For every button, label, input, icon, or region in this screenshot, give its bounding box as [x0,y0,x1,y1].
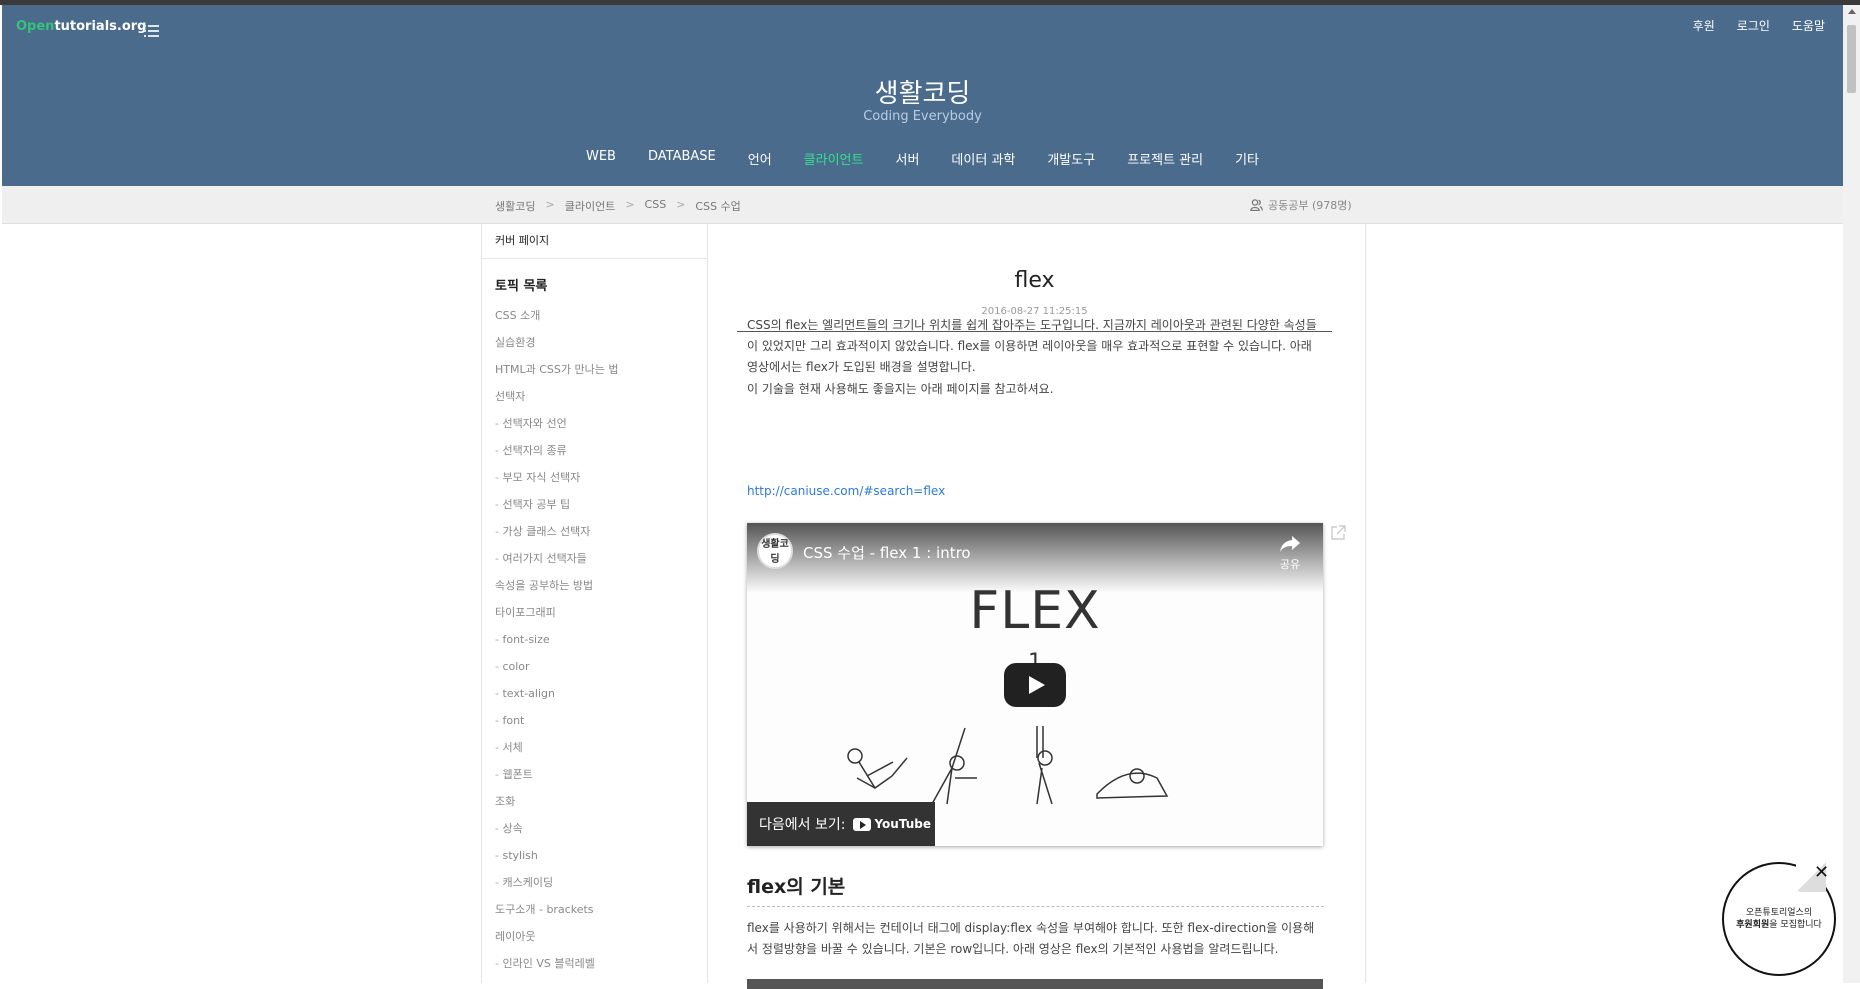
list-menu-icon[interactable] [144,24,160,37]
nav-item-dev-tools[interactable]: 개발도구 [1031,149,1111,168]
video-embed[interactable]: FLEX 1 생활코딩 CSS 수업 - flex 1 : intro 공유 다… [747,523,1323,846]
topic-item[interactable]: 선택자 [495,383,707,410]
main-content: flex 2016-08-27 11:25:15 CSS의 flex는 엘리먼트… [707,224,1366,989]
login-link[interactable]: 로그인 [1737,17,1770,34]
topic-item[interactable]: 타이포그래피 [495,599,707,626]
scrollbar-thumb[interactable] [1847,25,1856,93]
page-scrollbar[interactable] [1843,5,1860,983]
topic-list: CSS 소개실습환경HTML과 CSS가 만나는 법선택자선택자와 선언선택자의… [482,302,707,977]
nav-item-database[interactable]: DATABASE [632,149,732,168]
people-icon [1250,199,1263,211]
help-link[interactable]: 도움말 [1792,17,1825,34]
topic-item[interactable]: 도구소개 - brackets [495,896,707,923]
logo-open-text: Open [16,19,55,34]
site-title[interactable]: 생활코딩 [2,73,1843,110]
cover-page-link[interactable]: 커버 페이지 [482,224,707,259]
video-share-label: 공유 [1279,558,1301,571]
video-share-button[interactable]: 공유 [1279,535,1301,572]
intro-paragraph: CSS의 flex는 엘리먼트들의 크기나 위치를 쉽게 잡아주는 도구입니다.… [747,318,1317,374]
topic-list-heading: 토픽 목록 [495,279,548,294]
logo-rest-text: tutorials.org [54,19,147,34]
video-play-button[interactable] [1004,663,1066,707]
topic-item[interactable]: 실습환경 [495,329,707,356]
topic-item[interactable]: 조화 [495,788,707,815]
topic-item[interactable]: HTML과 CSS가 만나는 법 [495,356,707,383]
utility-links: 후원 로그인 도움말 [1693,17,1825,34]
topic-item[interactable]: font-size [495,626,707,653]
topic-item[interactable]: 인라인 VS 블럭레벨 [495,950,707,977]
external-link-icon[interactable] [1330,525,1346,541]
breadcrumb-separator: > [545,198,555,211]
share-arrow-icon [1280,536,1300,552]
topic-item[interactable]: font [495,707,707,734]
breadcrumb-separator: > [676,198,686,211]
youtube-logo-text: YouTube [874,817,931,831]
caniuse-paragraph: 이 기술을 현재 사용해도 좋을지는 아래 페이지를 참고하셔요. [747,382,1054,396]
sidebar: 커버 페이지 토픽 목록 CSS 소개 실습환경 HTML과 CSS가 만나는 법선… [481,224,708,983]
main-nav: WEB DATABASE 언어 클라이언트 서버 데이터 과학 개발도구 프로젝… [2,149,1843,168]
video-thumbnail-title: FLEX [969,581,1101,641]
watch-on-youtube-button[interactable]: 다음에서 보기: YouTube [747,802,935,846]
topic-item[interactable]: 선택자와 선언 [495,410,707,437]
site-subtitle: Coding Everybody [863,109,982,124]
topic-item[interactable]: stylish [495,842,707,869]
channel-avatar[interactable]: 생활코딩 [757,533,793,569]
topic-item[interactable]: 서체 [495,734,707,761]
nav-item-project-management[interactable]: 프로젝트 관리 [1111,149,1219,168]
nav-item-client[interactable]: 클라이언트 [788,149,880,168]
topic-item[interactable]: 부모 자식 선택자 [495,464,707,491]
topic-item[interactable]: 속성을 공부하는 방법 [495,572,707,599]
breadcrumb-item[interactable]: CSS 수업 [695,198,740,214]
sponsor-link[interactable]: 후원 [1693,17,1715,34]
breadcrumb-item[interactable]: 클라이언트 [565,198,616,214]
site-header: Opentutorials.org 후원 로그인 도움말 생활코딩 Coding… [2,5,1843,186]
yoga-figures-illustration [847,726,1169,805]
breadcrumb-bar: 생활코딩 > 클라이언트 > CSS > CSS 수업 공동공부 (978명) [2,186,1843,224]
youtube-logo: YouTube [853,817,931,831]
topic-item[interactable]: CSS 소개 [495,302,707,329]
topic-item[interactable]: text-align [495,680,707,707]
second-video-embed-top[interactable] [747,979,1323,989]
breadcrumb: 생활코딩 > 클라이언트 > CSS > CSS 수업 [495,198,741,214]
sponsor-badge-line1: 오픈튜토리얼스의 [1745,908,1813,918]
topic-item[interactable]: 상속 [495,815,707,842]
sponsor-badge-text: 오픈튜토리얼스의 후원회원을 모집합니다 [1724,907,1834,931]
topic-item[interactable]: color [495,653,707,680]
breadcrumb-item[interactable]: 생활코딩 [495,198,535,214]
topic-item[interactable]: 웹폰트 [495,761,707,788]
breadcrumb-item[interactable]: CSS [645,198,667,214]
topic-item[interactable]: 레이아웃 [495,923,707,950]
nav-item-data-science[interactable]: 데이터 과학 [935,149,1031,168]
nav-item-language[interactable]: 언어 [732,149,788,168]
nav-item-web[interactable]: WEB [570,149,632,168]
breadcrumb-separator: > [625,198,635,211]
section-heading: flex의 기본 [747,876,846,898]
sponsor-badge-rest: 을 모집합니다 [1769,920,1822,930]
video-title[interactable]: CSS 수업 - flex 1 : intro [803,542,971,563]
article-title: flex [1014,268,1055,293]
scroll-up-arrow-icon[interactable] [1848,9,1856,14]
youtube-play-icon [853,817,872,831]
topic-item[interactable]: 여러가지 선택자들 [495,545,707,572]
sponsor-badge-bold: 후원회원 [1736,920,1770,930]
site-logo[interactable]: Opentutorials.org [16,19,146,34]
watch-on-label: 다음에서 보기: [759,817,846,833]
close-icon[interactable]: ✕ [1814,862,1829,883]
sponsor-badge-line2: 후원회원을 모집합니다 [1724,919,1834,931]
topic-item[interactable]: 캐스케이딩 [495,869,707,896]
study-group-link[interactable]: 공동공부 (978명) [1250,197,1352,213]
caniuse-link[interactable]: http://caniuse.com/#search=flex [747,484,945,498]
nav-item-server[interactable]: 서버 [879,149,935,168]
section-divider [747,906,1324,907]
topic-item[interactable]: 선택자 공부 팁 [495,491,707,518]
flex-basics-paragraph: flex를 사용하기 위해서는 컨테이너 태그에 display:flex 속성… [747,921,1315,956]
nav-item-etc[interactable]: 기타 [1219,149,1275,168]
study-group-label: 공동공부 (978명) [1268,199,1352,212]
topic-item[interactable]: 선택자의 종류 [495,437,707,464]
topic-item[interactable]: 가상 클래스 선택자 [495,518,707,545]
